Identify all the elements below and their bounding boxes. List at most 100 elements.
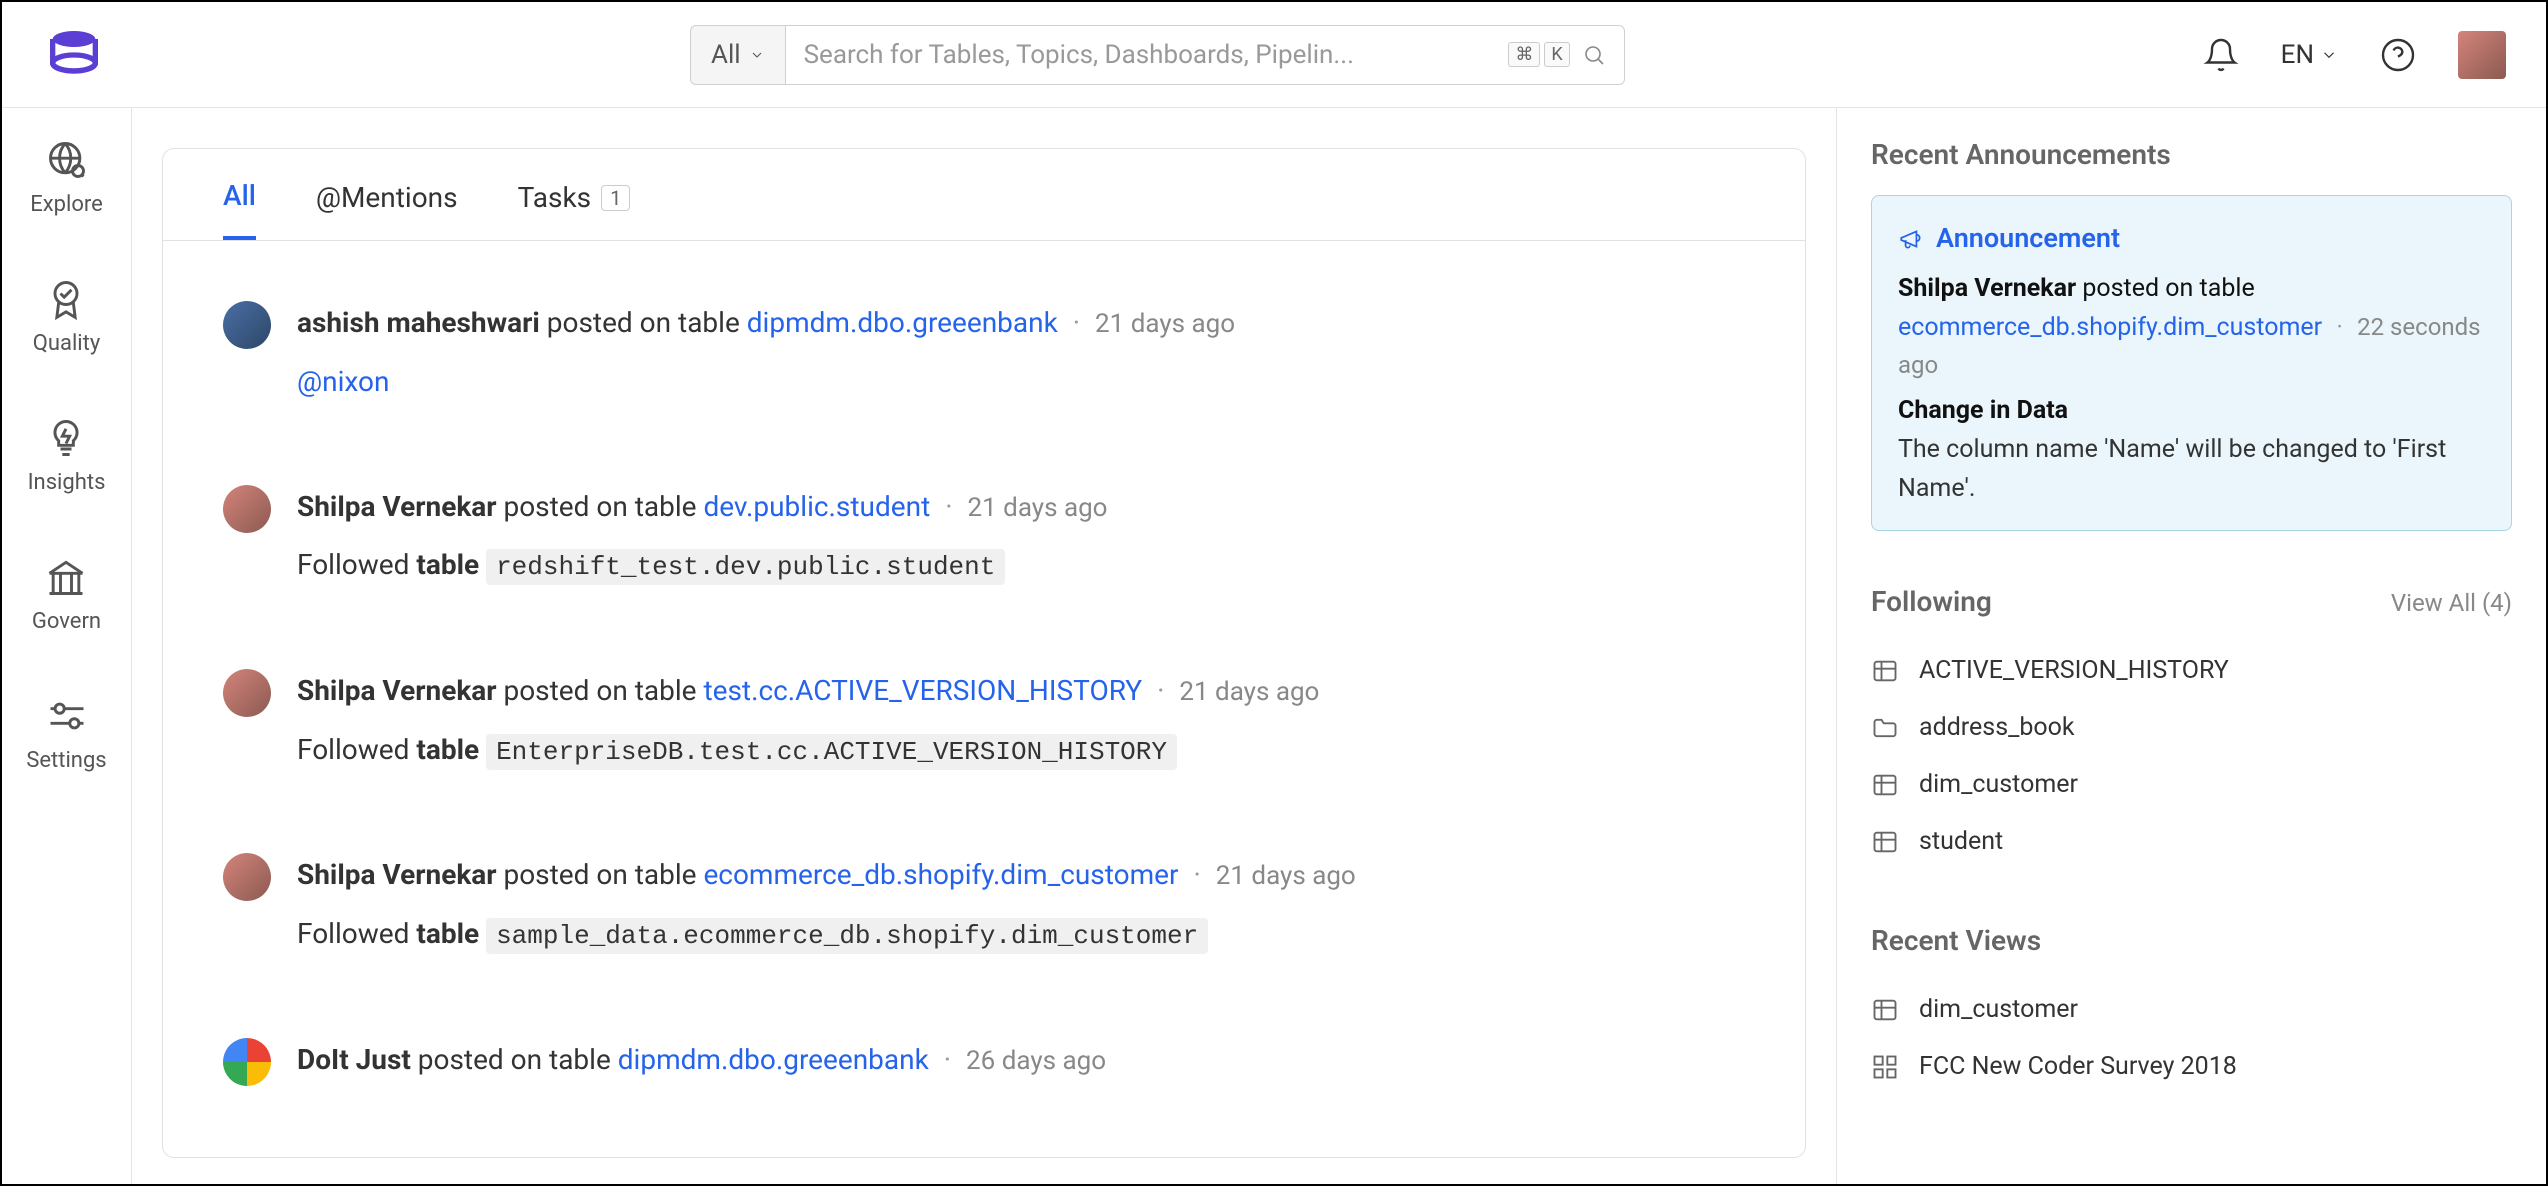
filter-label: All: [711, 40, 741, 70]
sidebar-item-settings[interactable]: Settings: [26, 694, 106, 773]
feed-body: Followed table EnterpriseDB.test.cc.ACTI…: [297, 728, 1745, 774]
announcement-card[interactable]: Announcement Shilpa Vernekar posted on t…: [1871, 195, 2512, 531]
app-logo[interactable]: [42, 23, 106, 87]
announcement-summary: Shilpa Vernekar posted on table ecommerc…: [1898, 270, 2485, 386]
announcement-target-link[interactable]: ecommerce_db.shopify.dim_customer: [1898, 313, 2322, 342]
feed-summary: ashish maheshwari posted on table dipmdm…: [297, 301, 1745, 346]
feed-target-link[interactable]: dipmdm.dbo.greeenbank: [747, 306, 1058, 339]
following-item[interactable]: student: [1871, 813, 2512, 870]
feed-time: 26 days ago: [966, 1046, 1106, 1076]
feed-avatar[interactable]: [223, 301, 271, 349]
table-icon: [1871, 996, 1899, 1024]
following-title: Following: [1871, 585, 1992, 618]
table-path-chip: redshift_test.dev.public.student: [486, 549, 1005, 585]
search-input[interactable]: Search for Tables, Topics, Dashboards, P…: [785, 25, 1625, 85]
sidebar: Explore Quality Insights Govern Settings: [2, 108, 132, 1184]
table-icon: [1871, 828, 1899, 856]
table-icon: [1871, 771, 1899, 799]
following-item[interactable]: ACTIVE_VERSION_HISTORY: [1871, 642, 2512, 699]
search-placeholder: Search for Tables, Topics, Dashboards, P…: [804, 40, 1497, 70]
following-item-label: address_book: [1919, 713, 2075, 742]
keyboard-shortcut: ⌘K: [1508, 42, 1569, 67]
government-icon: [44, 555, 88, 599]
recent-view-item[interactable]: FCC New Coder Survey 2018: [1871, 1038, 2512, 1095]
table-path-chip: sample_data.ecommerce_db.shopify.dim_cus…: [486, 918, 1208, 954]
sidebar-item-label: Insights: [28, 470, 106, 495]
sidebar-item-label: Quality: [33, 331, 101, 356]
tab-tasks[interactable]: Tasks 1: [518, 179, 631, 240]
recent-view-label: dim_customer: [1919, 995, 2078, 1024]
feed-time: 21 days ago: [1095, 309, 1235, 339]
sidebar-item-explore[interactable]: Explore: [30, 138, 103, 217]
feed-body: Followed table redshift_test.dev.public.…: [297, 543, 1745, 589]
search-filter-dropdown[interactable]: All: [690, 25, 785, 85]
feed-target-link[interactable]: dipmdm.dbo.greeenbank: [618, 1043, 929, 1076]
user-avatar[interactable]: [2458, 31, 2506, 79]
feed-time: 21 days ago: [1179, 677, 1319, 707]
recent-view-label: FCC New Coder Survey 2018: [1919, 1052, 2237, 1081]
following-item-label: student: [1919, 827, 2003, 856]
announcement-title: Change in Data: [1898, 392, 2485, 431]
recent-view-item[interactable]: dim_customer: [1871, 981, 2512, 1038]
table-icon: [1871, 657, 1899, 685]
header-right: EN: [2203, 31, 2506, 79]
feed-avatar[interactable]: [223, 669, 271, 717]
feed-summary: Shilpa Vernekar posted on table ecommerc…: [297, 853, 1745, 898]
feed-tabs: All @Mentions Tasks 1: [163, 149, 1805, 241]
feed-body: Followed table sample_data.ecommerce_db.…: [297, 912, 1745, 958]
dashboard-icon: [1871, 1053, 1899, 1081]
following-item[interactable]: address_book: [1871, 699, 2512, 756]
feed-summary: Shilpa Vernekar posted on table test.cc.…: [297, 669, 1745, 714]
tab-mentions[interactable]: @Mentions: [316, 179, 458, 240]
feed-target-link[interactable]: ecommerce_db.shopify.dim_customer: [703, 858, 1178, 891]
feed-avatar[interactable]: [223, 853, 271, 901]
feed-user[interactable]: DoIt Just: [297, 1043, 411, 1076]
sidebar-item-quality[interactable]: Quality: [33, 277, 101, 356]
feed-user[interactable]: Shilpa Vernekar: [297, 674, 497, 707]
right-panel: Recent Announcements Announcement Shilpa…: [1836, 108, 2546, 1184]
feed-user[interactable]: Shilpa Vernekar: [297, 490, 497, 523]
feed-user[interactable]: ashish maheshwari: [297, 306, 540, 339]
sidebar-item-label: Explore: [30, 192, 103, 217]
tab-all[interactable]: All: [223, 179, 256, 240]
announcement-body: The column name 'Name' will be changed t…: [1898, 431, 2485, 509]
following-item[interactable]: dim_customer: [1871, 756, 2512, 813]
mention-link[interactable]: @nixon: [297, 360, 1745, 405]
feed-user[interactable]: Shilpa Vernekar: [297, 858, 497, 891]
announcement-header: Announcement: [1898, 218, 2485, 260]
feed-time: 21 days ago: [1216, 861, 1356, 891]
feed-target-link[interactable]: dev.public.student: [703, 490, 930, 523]
following-item-label: dim_customer: [1919, 770, 2078, 799]
feed-item: Shilpa Vernekar posted on table ecommerc…: [223, 813, 1745, 997]
feed-item: Shilpa Vernekar posted on table dev.publ…: [223, 445, 1745, 629]
lightbulb-icon: [44, 416, 88, 460]
sidebar-item-insights[interactable]: Insights: [28, 416, 106, 495]
feed-summary: Shilpa Vernekar posted on table dev.publ…: [297, 485, 1745, 530]
sidebar-item-label: Settings: [26, 748, 106, 773]
feed-target-link[interactable]: test.cc.ACTIVE_VERSION_HISTORY: [703, 674, 1142, 707]
feed-time: 21 days ago: [967, 493, 1107, 523]
language-selector[interactable]: EN: [2281, 40, 2338, 70]
announcements-title: Recent Announcements: [1871, 138, 2512, 171]
folder-icon: [1871, 714, 1899, 742]
megaphone-icon: [1898, 226, 1924, 252]
feed-item: ashish maheshwari posted on table dipmdm…: [223, 261, 1745, 445]
feed-item: DoIt Just posted on table dipmdm.dbo.gre…: [223, 998, 1745, 1137]
tasks-count-badge: 1: [601, 185, 630, 211]
notifications-icon[interactable]: [2203, 37, 2239, 73]
feed-item: Shilpa Vernekar posted on table test.cc.…: [223, 629, 1745, 813]
sliders-icon: [45, 694, 89, 738]
recent-views-title: Recent Views: [1871, 924, 2512, 957]
help-icon[interactable]: [2380, 37, 2416, 73]
sidebar-item-govern[interactable]: Govern: [32, 555, 101, 634]
feed-avatar[interactable]: [223, 485, 271, 533]
chevron-down-icon: [2320, 46, 2338, 64]
view-all-following[interactable]: View All (4): [2391, 589, 2512, 617]
feed-card: All @Mentions Tasks 1 ashish maheshwari …: [162, 148, 1806, 1158]
search-container: All Search for Tables, Topics, Dashboard…: [690, 25, 1625, 85]
search-icon: [1582, 43, 1606, 67]
chevron-down-icon: [749, 47, 765, 63]
sidebar-item-label: Govern: [32, 609, 101, 634]
feed-avatar[interactable]: [223, 1038, 271, 1086]
following-item-label: ACTIVE_VERSION_HISTORY: [1919, 656, 2229, 685]
